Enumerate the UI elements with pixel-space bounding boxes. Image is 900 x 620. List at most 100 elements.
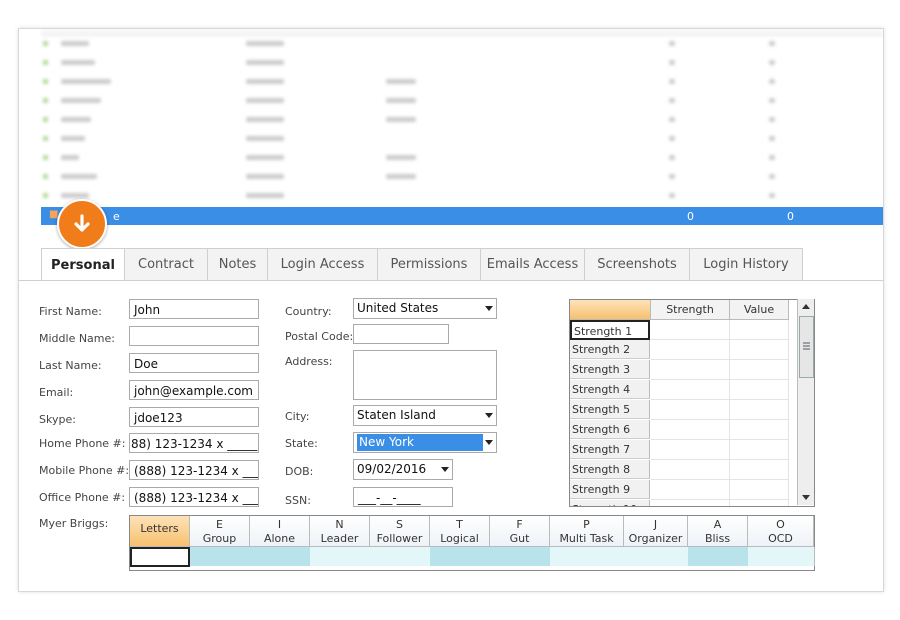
- tab-login-history[interactable]: Login History: [689, 248, 803, 280]
- myer-briggs-cell[interactable]: [310, 547, 371, 566]
- row-marker: [43, 117, 48, 122]
- strength-row-header[interactable]: Strength 3: [570, 360, 650, 379]
- blurred-bar: [769, 60, 775, 65]
- strength-row-header[interactable]: Strength 1: [570, 320, 650, 340]
- dob-picker[interactable]: 09/02/2016: [353, 459, 453, 480]
- strength-column-header[interactable]: Strength: [651, 300, 730, 320]
- tab-notes[interactable]: Notes: [207, 248, 268, 280]
- country-select[interactable]: United States: [353, 298, 497, 319]
- strength-cell[interactable]: [730, 380, 789, 400]
- row-marker: [43, 60, 48, 65]
- blurred-bar: [669, 79, 675, 84]
- office-phone-field[interactable]: (888) 123-1234 x ____: [129, 487, 259, 507]
- myer-briggs-header-gut[interactable]: F Gut: [490, 516, 550, 547]
- myer-briggs-header-organizer[interactable]: J Organizer: [624, 516, 688, 547]
- skype-field[interactable]: jdoe123: [129, 407, 259, 427]
- myer-briggs-cell[interactable]: [550, 547, 625, 566]
- myer-briggs-label: Logical: [440, 532, 479, 545]
- strength-cell[interactable]: [651, 380, 730, 400]
- expand-button[interactable]: [57, 199, 107, 249]
- blurred-row: [41, 155, 883, 164]
- myer-briggs-header-ocd[interactable]: O OCD: [748, 516, 814, 547]
- city-select[interactable]: Staten Island: [353, 405, 497, 426]
- middle-name-label: Middle Name:: [39, 332, 115, 345]
- tab-permissions[interactable]: Permissions: [377, 248, 481, 280]
- myer-briggs-header-follower[interactable]: S Follower: [370, 516, 430, 547]
- tab-login-access[interactable]: Login Access: [267, 248, 378, 280]
- scroll-thumb[interactable]: [799, 316, 814, 378]
- strength-cell[interactable]: [651, 460, 730, 480]
- strength-cell[interactable]: [730, 440, 789, 460]
- strength-cell[interactable]: [730, 400, 789, 420]
- myer-briggs-header-logical[interactable]: T Logical: [430, 516, 490, 547]
- myer-briggs-cell[interactable]: [190, 547, 251, 566]
- strength-cell[interactable]: [730, 420, 789, 440]
- strength-cell[interactable]: [651, 320, 730, 340]
- country-label: Country:: [285, 305, 332, 318]
- state-select[interactable]: New York: [353, 432, 497, 453]
- myer-briggs-cell[interactable]: [130, 547, 190, 567]
- myer-briggs-header-leader[interactable]: N Leader: [310, 516, 370, 547]
- country-value: United States: [357, 301, 439, 315]
- myer-briggs-header-group[interactable]: E Group: [190, 516, 250, 547]
- strength-row-header[interactable]: Strength 9: [570, 480, 650, 499]
- email-field[interactable]: john@example.com: [129, 380, 259, 400]
- strength-cell[interactable]: [651, 400, 730, 420]
- tab-screenshots[interactable]: Screenshots: [584, 248, 690, 280]
- strength-row-header[interactable]: Strength 6: [570, 420, 650, 439]
- strength-cell[interactable]: [730, 320, 789, 340]
- strength-cell[interactable]: [651, 420, 730, 440]
- strength-cell[interactable]: [651, 500, 730, 506]
- strength-cell[interactable]: [651, 480, 730, 500]
- strength-row-header[interactable]: Strength 8: [570, 460, 650, 479]
- blurred-bar: [386, 174, 416, 179]
- tab-emails-access[interactable]: Emails Access: [480, 248, 585, 280]
- strength-row-header[interactable]: Strength 5: [570, 400, 650, 419]
- tab-contract[interactable]: Contract: [124, 248, 208, 280]
- tab-personal[interactable]: Personal: [41, 248, 125, 281]
- home-phone-label: Home Phone #:: [39, 437, 126, 450]
- strength-row-header[interactable]: Strength 10: [570, 500, 650, 506]
- strength-cell[interactable]: [730, 340, 789, 360]
- strength-cell[interactable]: [730, 500, 789, 506]
- blurred-bar: [769, 193, 775, 198]
- selected-record-row[interactable]: ■ e 0 0: [41, 207, 883, 225]
- middle-name-field[interactable]: [129, 326, 259, 346]
- strength-cell[interactable]: [651, 340, 730, 360]
- strength-cell[interactable]: [651, 360, 730, 380]
- blurred-bar: [769, 155, 775, 160]
- myer-briggs-header-bliss[interactable]: A Bliss: [688, 516, 748, 547]
- strength-cell[interactable]: [730, 360, 789, 380]
- strength-cell[interactable]: [730, 460, 789, 480]
- myer-briggs-cell[interactable]: [748, 547, 815, 566]
- address-field[interactable]: [353, 350, 497, 400]
- scroll-up-icon[interactable]: [802, 304, 810, 309]
- myer-briggs-cell[interactable]: [688, 547, 749, 566]
- postal-code-field[interactable]: [353, 324, 449, 344]
- myer-briggs-header-alone[interactable]: I Alone: [250, 516, 310, 547]
- myer-briggs-cell[interactable]: [250, 547, 311, 566]
- first-name-field[interactable]: John: [129, 299, 259, 319]
- myer-briggs-cell[interactable]: [624, 547, 689, 566]
- strength-cell[interactable]: [730, 480, 789, 500]
- strength-row-header[interactable]: Strength 7: [570, 440, 650, 459]
- myer-briggs-cell[interactable]: [370, 547, 431, 566]
- chevron-down-icon: [485, 440, 493, 445]
- ssn-field[interactable]: ___-__-____: [353, 487, 453, 507]
- strength-row-header[interactable]: Strength 2: [570, 340, 650, 359]
- strength-cell[interactable]: [651, 440, 730, 460]
- scroll-down-icon[interactable]: [802, 495, 810, 500]
- last-name-field[interactable]: Doe: [129, 353, 259, 373]
- strength-row-header[interactable]: Strength 4: [570, 380, 650, 399]
- myer-briggs-cell[interactable]: [490, 547, 551, 566]
- strength-grid: Strength Value Strength 1 Strength 2 Stren…: [569, 299, 815, 507]
- myer-briggs-header-letters[interactable]: Letters: [130, 516, 190, 547]
- myer-briggs-cell[interactable]: [430, 547, 491, 566]
- value-column-header[interactable]: Value: [730, 300, 789, 320]
- blurred-bar: [769, 79, 775, 84]
- myer-briggs-header-multi-task[interactable]: P Multi Task: [550, 516, 624, 547]
- blurred-bar: [246, 60, 284, 65]
- home-phone-field[interactable]: 88) 123-1234 x _____: [129, 433, 259, 453]
- strength-grid-scrollbar[interactable]: [797, 299, 814, 505]
- mobile-phone-field[interactable]: (888) 123-1234 x ____: [129, 460, 259, 480]
